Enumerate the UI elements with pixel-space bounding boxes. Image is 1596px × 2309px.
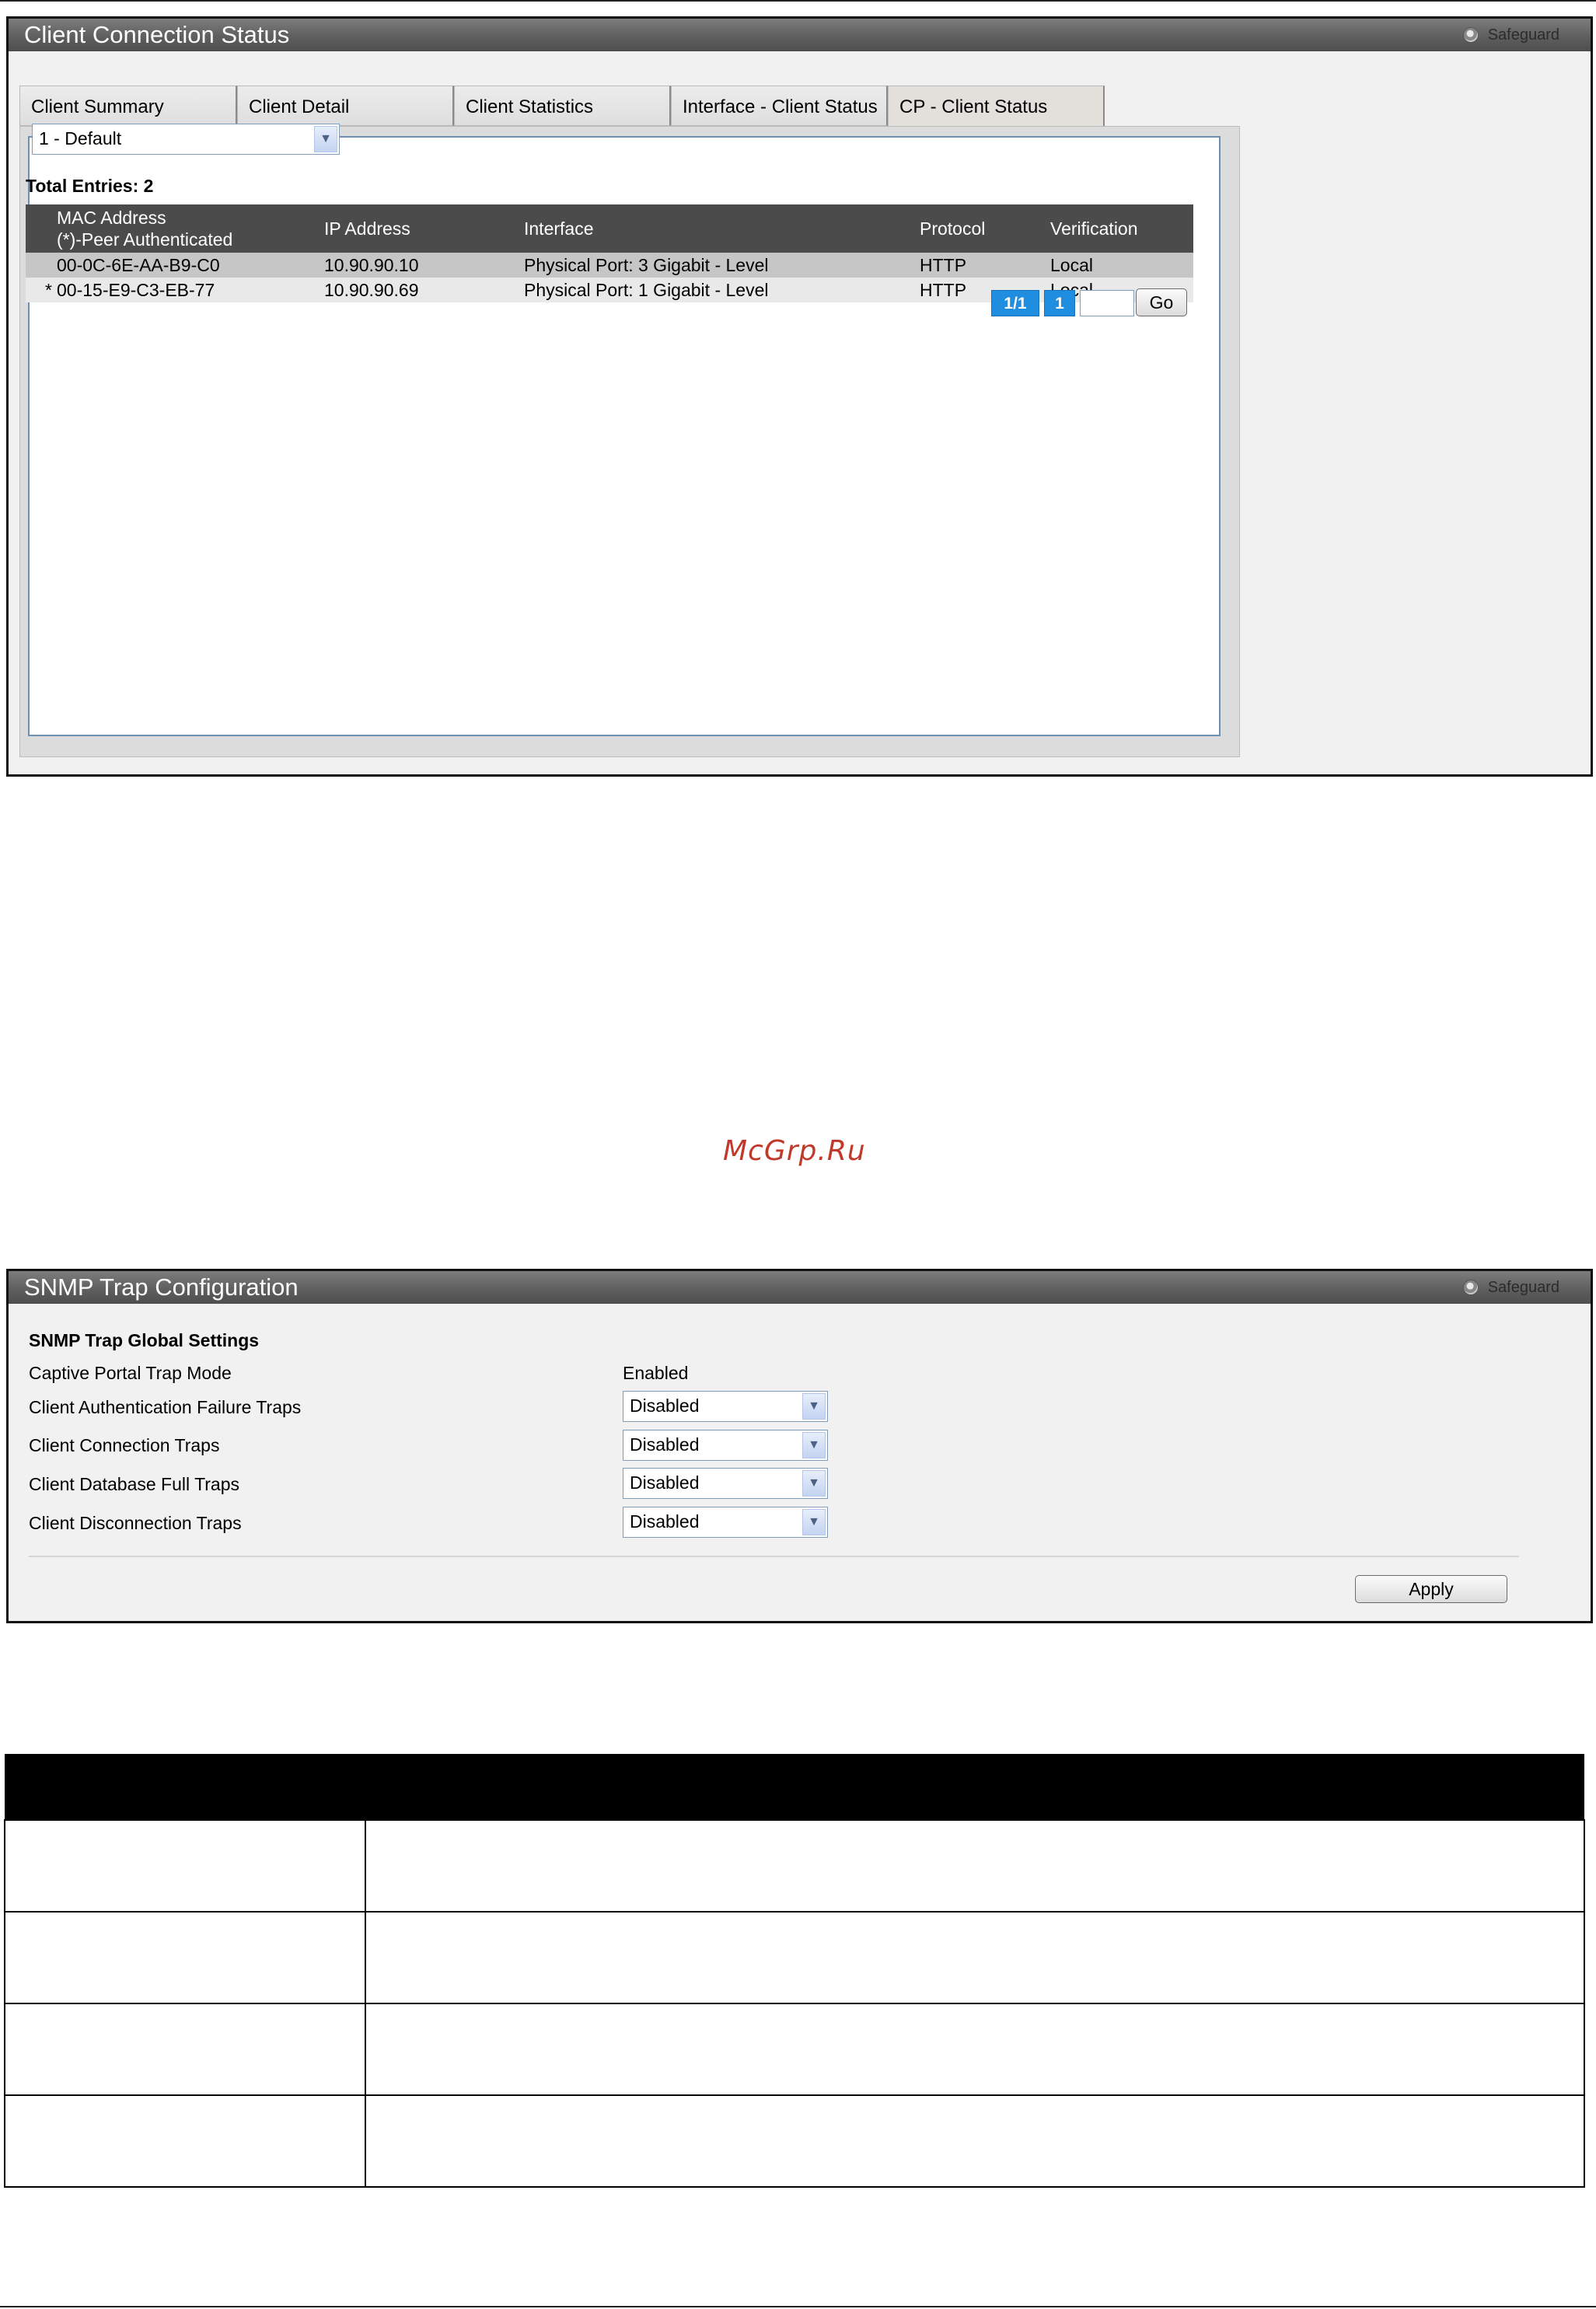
field-label-captive-portal-trap-mode: Captive Portal Trap Mode — [29, 1363, 232, 1383]
client-disconnection-traps-select[interactable]: Disabled ▼ — [623, 1507, 828, 1538]
chevron-down-icon[interactable]: ▼ — [802, 1432, 826, 1458]
client-connection-traps-select[interactable]: Disabled ▼ — [623, 1430, 828, 1461]
client-table: MAC Address (*)-Peer Authenticated IP Ad… — [26, 204, 1193, 302]
column-header-ip: IP Address — [324, 218, 410, 239]
tab-client-statistics[interactable]: Client Statistics — [454, 86, 671, 126]
table-row — [4, 1911, 1585, 2004]
field-label-client-connection-traps: Client Connection Traps — [29, 1435, 220, 1455]
chevron-down-icon[interactable]: ▼ — [802, 1393, 826, 1420]
configuration-select[interactable]: 1 - Default ▼ — [32, 124, 340, 155]
cell-ip: 10.90.90.10 — [324, 255, 419, 275]
column-header-protocol: Protocol — [920, 218, 986, 239]
cell-interface: Physical Port: 3 Gigabit - Level — [524, 255, 769, 275]
cell-mac: 00-0C-6E-AA-B9-C0 — [57, 255, 220, 275]
column-header-mac: MAC Address (*)-Peer Authenticated — [57, 208, 233, 250]
client-connection-status-panel: Client Connection Status Safeguard Clien… — [6, 16, 1593, 777]
column-header-verification: Verification — [1050, 218, 1138, 239]
panel-title: Client Connection Status — [24, 21, 290, 48]
tab-cp-client-status[interactable]: CP - Client Status — [888, 86, 1105, 129]
cell-mac: 00-15-E9-C3-EB-77 — [57, 280, 215, 300]
safeguard-icon — [1462, 1280, 1479, 1295]
panel-title: SNMP Trap Configuration — [24, 1273, 299, 1301]
field-label-client-auth-failure-traps: Client Authentication Failure Traps — [29, 1397, 302, 1417]
field-label-client-disconnection-traps: Client Disconnection Traps — [29, 1513, 242, 1533]
snmp-trap-configuration-panel: SNMP Trap Configuration Safeguard SNMP T… — [6, 1269, 1593, 1623]
configuration-select-value: 1 - Default — [39, 128, 122, 148]
divider — [29, 1556, 1519, 1557]
client-table-header: MAC Address (*)-Peer Authenticated IP Ad… — [26, 204, 1193, 253]
panel-title-bar: SNMP Trap Configuration Safeguard — [9, 1271, 1591, 1304]
watermark: McGrp.Ru — [723, 1135, 866, 1167]
safeguard-link[interactable]: Safeguard — [1462, 25, 1559, 45]
bottom-rule — [0, 2306, 1596, 2307]
safeguard-label: Safeguard — [1487, 1278, 1559, 1296]
tab-bar: Client Summary Client Detail Client Stat… — [19, 86, 1105, 129]
peer-marker: * — [45, 280, 52, 300]
field-label-client-database-full-traps: Client Database Full Traps — [29, 1474, 240, 1494]
cell-protocol: HTTP — [920, 255, 967, 275]
table-row — [4, 1819, 1585, 1913]
chevron-down-icon[interactable]: ▼ — [314, 126, 337, 152]
go-button[interactable]: Go — [1136, 288, 1187, 316]
panel-title-bar: Client Connection Status Safeguard — [9, 19, 1591, 51]
safeguard-label: Safeguard — [1487, 26, 1559, 44]
chevron-down-icon[interactable]: ▼ — [802, 1509, 826, 1535]
table-row — [4, 2094, 1585, 2188]
safeguard-link[interactable]: Safeguard — [1462, 1277, 1559, 1298]
chevron-down-icon[interactable]: ▼ — [802, 1470, 826, 1497]
tab-client-detail[interactable]: Client Detail — [237, 86, 454, 126]
cell-verification: Local — [1050, 255, 1093, 275]
page-1-button[interactable]: 1 — [1044, 290, 1075, 316]
peer-marker — [26, 253, 57, 278]
table-row — [4, 2003, 1585, 2096]
section-title: SNMP Trap Global Settings — [29, 1330, 260, 1350]
table-row: 00-0C-6E-AA-B9-C0 10.90.90.10 Physical P… — [26, 253, 1193, 278]
description-table-header — [5, 1754, 1584, 1820]
captive-portal-trap-mode-value: Enabled — [623, 1363, 689, 1383]
parameter-description-table — [4, 1754, 1585, 2188]
tab-client-summary[interactable]: Client Summary — [19, 86, 237, 126]
page-count-indicator: 1/1 — [991, 290, 1039, 316]
tab-interface-client-status[interactable]: Interface - Client Status — [671, 86, 888, 126]
client-database-full-traps-select[interactable]: Disabled ▼ — [623, 1468, 828, 1499]
top-rule — [0, 0, 1596, 2]
cell-interface: Physical Port: 1 Gigabit - Level — [524, 280, 769, 300]
column-header-interface: Interface — [524, 218, 594, 239]
page-number-input[interactable] — [1080, 290, 1134, 316]
apply-button[interactable]: Apply — [1355, 1575, 1507, 1603]
safeguard-icon — [1462, 27, 1479, 43]
cell-ip: 10.90.90.69 — [324, 280, 419, 300]
total-entries: Total Entries: 2 — [26, 176, 154, 196]
client-auth-failure-traps-select[interactable]: Disabled ▼ — [623, 1391, 828, 1422]
